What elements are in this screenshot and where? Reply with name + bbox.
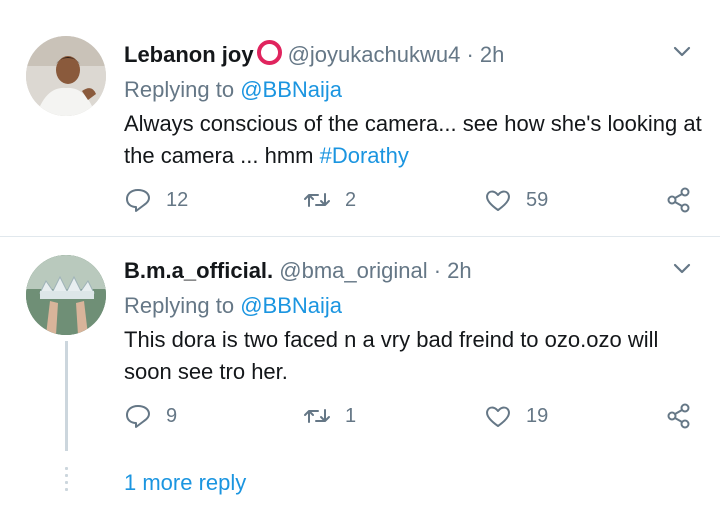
handle[interactable]: @joyukachukwu4 <box>288 42 461 67</box>
timestamp[interactable]: 2h <box>447 258 471 283</box>
share-icon <box>667 403 690 429</box>
replying-to: Replying to @BBNaija <box>124 293 343 318</box>
reply-button[interactable]: 12 <box>124 186 188 214</box>
share-button[interactable] <box>665 402 693 430</box>
retweet-icon <box>304 193 330 207</box>
reply-icon <box>126 405 150 428</box>
action-bar: 9 1 19 <box>0 402 720 432</box>
replying-to: Replying to @BBNaija <box>124 77 343 102</box>
share-button[interactable] <box>665 186 693 214</box>
like-count: 19 <box>526 404 549 427</box>
display-name[interactable]: Lebanon joy <box>124 42 254 67</box>
hashtag-link[interactable]: #Dorathy <box>320 143 409 168</box>
tweet-text: Always conscious of the camera... see ho… <box>124 111 702 168</box>
avatar[interactable] <box>26 36 106 116</box>
reply-count: 9 <box>166 404 178 427</box>
red-circle-icon <box>256 40 282 65</box>
like-button[interactable]: 19 <box>484 402 548 430</box>
heart-icon <box>486 190 510 211</box>
mention-link[interactable]: @BBNaija <box>240 293 342 318</box>
author-line: Lebanon joy @joyukachukwu4 · 2h <box>124 40 504 68</box>
author-line: B.m.a_official. @bma_original · 2h <box>124 258 472 284</box>
more-replies-link[interactable]: 1 more reply <box>124 470 246 496</box>
chevron-down-icon[interactable] <box>672 42 692 62</box>
retweet-button[interactable]: 2 <box>303 186 356 214</box>
action-bar: 12 2 59 <box>0 186 720 216</box>
retweet-count: 2 <box>345 188 357 211</box>
thread-line <box>65 341 68 451</box>
thread-dots <box>65 467 68 497</box>
reply-button[interactable]: 9 <box>124 402 177 430</box>
display-name[interactable]: B.m.a_official. <box>124 258 273 283</box>
like-button[interactable]: 59 <box>484 186 548 214</box>
retweet-icon <box>304 409 330 423</box>
separator: · <box>466 42 474 67</box>
chevron-down-icon[interactable] <box>672 259 692 279</box>
tweet-2[interactable]: B.m.a_official. @bma_original · 2h Reply… <box>0 237 720 518</box>
share-icon <box>667 187 690 213</box>
reply-icon <box>126 189 150 212</box>
reply-count: 12 <box>166 188 189 211</box>
like-count: 59 <box>526 188 549 211</box>
tweet-text: This dora is two faced n a vry bad frein… <box>124 327 659 384</box>
retweet-button[interactable]: 1 <box>303 402 356 430</box>
separator: · <box>433 258 442 283</box>
mention-link[interactable]: @BBNaija <box>240 77 342 102</box>
tweet-1[interactable]: Lebanon joy @joyukachukwu4 · 2h Replying … <box>0 0 720 236</box>
avatar[interactable] <box>26 255 106 335</box>
timestamp[interactable]: 2h <box>480 42 504 67</box>
heart-icon <box>486 406 510 427</box>
retweet-count: 1 <box>345 404 357 427</box>
handle[interactable]: @bma_original <box>279 258 427 283</box>
